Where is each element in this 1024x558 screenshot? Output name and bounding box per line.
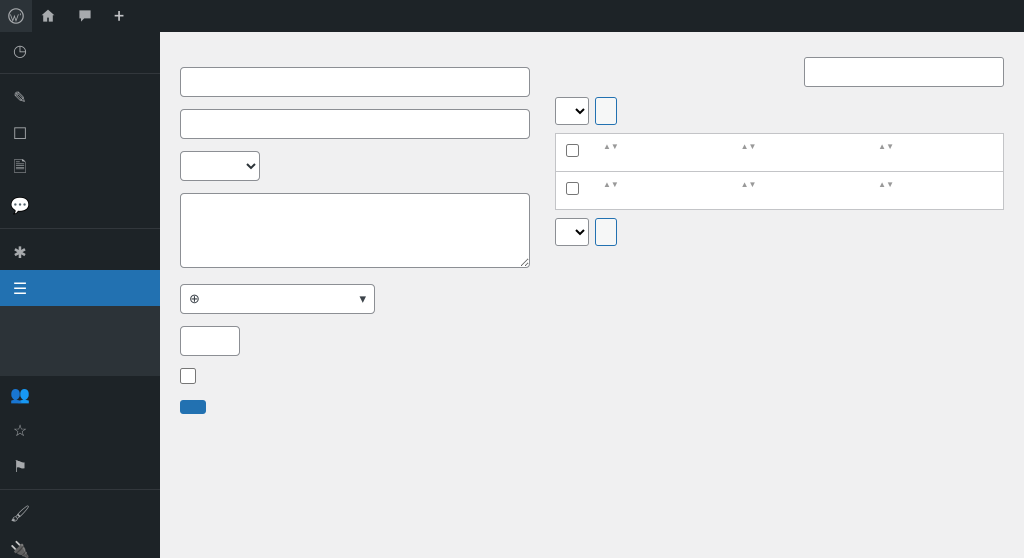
display-subcategories-checkbox[interactable] — [180, 368, 196, 384]
listings-icon: ☰ — [10, 278, 30, 298]
tablenav-bottom — [555, 218, 1004, 246]
icon-select[interactable]: ⊕ ▾ — [180, 284, 375, 314]
col-desc-sort-bottom[interactable]: ▲▼ — [737, 182, 855, 188]
bulk-actions-select-bottom[interactable] — [555, 218, 589, 246]
add-category-button[interactable] — [180, 400, 206, 414]
dashboard-icon: ◷ — [10, 40, 30, 60]
col-desc-sort[interactable]: ▲▼ — [737, 144, 855, 150]
menu-media[interactable]: ☐ — [0, 115, 160, 151]
main-content: ⊕ ▾ — [160, 32, 1024, 454]
search-input[interactable] — [804, 57, 1004, 87]
admin-sidebar: ◷ ✎ ☐ 🗎 💬 ✱ ☰ 👥 ☆ ⚑ 🖌 🔌 👤 🔧 ⚙ ◀ — [0, 32, 160, 558]
submenu-listings[interactable] — [0, 311, 160, 323]
parent-select[interactable] — [180, 151, 260, 181]
site-home-link[interactable] — [32, 0, 69, 32]
submenu-tags[interactable] — [0, 347, 160, 359]
col-slug-sort-bottom[interactable]: ▲▼ — [874, 182, 993, 188]
wp-logo[interactable] — [0, 0, 32, 32]
menu-appearance[interactable]: 🖌 — [0, 495, 160, 531]
submenu-add-new[interactable] — [0, 323, 160, 335]
vendors-icon: 👥 — [10, 384, 30, 404]
select-all-top[interactable] — [566, 144, 579, 157]
apply-button-top[interactable] — [595, 97, 617, 125]
sort-icon: ▲▼ — [878, 144, 894, 150]
listings-submenu — [0, 306, 160, 376]
admin-bar: + — [0, 0, 1024, 32]
menu-comments[interactable]: 💬 — [0, 187, 160, 223]
order-field[interactable] — [180, 326, 240, 356]
comments-icon: 💬 — [10, 195, 30, 215]
name-field[interactable] — [180, 67, 530, 97]
bulk-actions-select-top[interactable] — [555, 97, 589, 125]
menu-testimonials[interactable]: ☆ — [0, 412, 160, 448]
hivepress-icon: ✱ — [10, 242, 30, 262]
menu-listings[interactable]: ☰ — [0, 270, 160, 306]
comments-link[interactable] — [69, 0, 106, 32]
sort-icon: ▲▼ — [878, 182, 894, 188]
sort-icon: ▲▼ — [741, 182, 757, 188]
plugins-icon: 🔌 — [10, 539, 30, 558]
col-name-sort[interactable]: ▲▼ — [599, 144, 717, 150]
requests-icon: ⚑ — [10, 456, 30, 476]
submenu-attributes[interactable] — [0, 359, 160, 371]
appearance-icon: 🖌 — [10, 503, 30, 523]
col-name-sort-bottom[interactable]: ▲▼ — [599, 182, 717, 188]
sort-icon: ▲▼ — [603, 182, 619, 188]
col-slug-sort[interactable]: ▲▼ — [874, 144, 993, 150]
submenu-categories[interactable] — [0, 335, 160, 347]
briefcase-medical-icon: ⊕ — [189, 292, 200, 307]
menu-vendors[interactable]: 👥 — [0, 376, 160, 412]
menu-dashboard[interactable]: ◷ — [0, 32, 160, 68]
media-icon: ☐ — [10, 123, 30, 143]
description-field[interactable] — [180, 193, 530, 268]
pages-icon: 🗎 — [10, 159, 30, 179]
sort-icon: ▲▼ — [603, 144, 619, 150]
apply-button-bottom[interactable] — [595, 218, 617, 246]
add-category-form: ⊕ ▾ — [180, 57, 530, 414]
testimonials-icon: ☆ — [10, 420, 30, 440]
chevron-down-icon: ▾ — [359, 292, 366, 307]
menu-plugins[interactable]: 🔌 — [0, 531, 160, 558]
select-all-bottom[interactable] — [566, 182, 579, 195]
categories-table: ▲▼ ▲▼ ▲▼ ▲▼ ▲▼ ▲▼ — [555, 133, 1004, 210]
menu-hivepress[interactable]: ✱ — [0, 234, 160, 270]
menu-requests[interactable]: ⚑ — [0, 448, 160, 484]
comment-icon — [77, 8, 93, 24]
menu-posts[interactable]: ✎ — [0, 79, 160, 115]
home-icon — [40, 8, 56, 24]
pin-icon: ✎ — [10, 87, 30, 107]
menu-pages[interactable]: 🗎 — [0, 151, 160, 187]
sort-icon: ▲▼ — [741, 144, 757, 150]
category-list-section: ▲▼ ▲▼ ▲▼ ▲▼ ▲▼ ▲▼ — [555, 57, 1004, 414]
new-content-link[interactable]: + — [106, 0, 137, 32]
plus-icon: + — [114, 6, 124, 27]
slug-field[interactable] — [180, 109, 530, 139]
tablenav-top — [555, 97, 1004, 125]
